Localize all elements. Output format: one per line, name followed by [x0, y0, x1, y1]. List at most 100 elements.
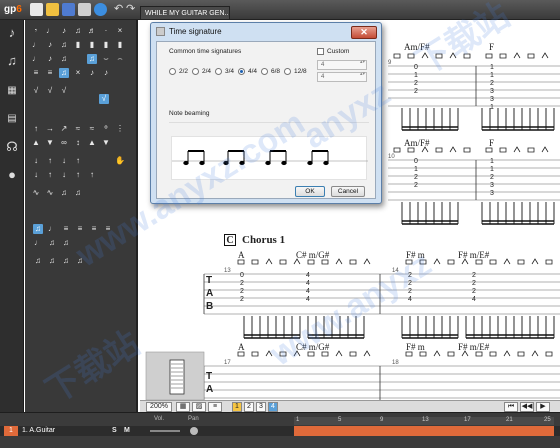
palette-stroke-icon[interactable]: ↓ [59, 170, 69, 180]
palette-effect-icon[interactable]: ≈ [73, 124, 83, 134]
pan-knob[interactable] [190, 427, 198, 435]
palette-effect-icon[interactable]: ↗ [59, 124, 69, 134]
palette-note-icon[interactable]: ♬ [87, 26, 97, 36]
palette-beat-icon[interactable]: × [73, 68, 83, 78]
palette-effect-icon[interactable]: ⋮ [115, 124, 125, 134]
palette-section-icon[interactable]: ≡ [103, 224, 113, 234]
page-2-button[interactable]: 2 [244, 402, 254, 412]
palette-beat-icon[interactable]: ♪ [101, 68, 111, 78]
radio-4-4[interactable] [238, 68, 245, 75]
solo-button[interactable]: S [112, 427, 117, 434]
palette-bar-icon[interactable]: ▮ [73, 40, 83, 50]
music-note-icon[interactable]: ♪ [4, 24, 20, 42]
palette-stroke-icon[interactable]: ↑ [45, 156, 55, 166]
radio-2-4[interactable] [192, 68, 199, 75]
palette-bar-icon[interactable]: ▮ [101, 40, 111, 50]
palette-dynamics-icon[interactable]: ♫ [59, 188, 69, 198]
palette-section-icon[interactable]: ♩ [47, 224, 57, 234]
palette-effect-icon[interactable]: ≈ [87, 124, 97, 134]
palette-tempo-icon[interactable]: ♫ [47, 256, 57, 266]
palette-tempo-icon[interactable]: ♫ [61, 256, 71, 266]
zoom-select[interactable]: 200% [146, 402, 172, 412]
share-icon[interactable] [94, 3, 107, 16]
view-icon[interactable]: ▨ [192, 402, 206, 412]
headphones-icon[interactable]: ☊ [4, 138, 20, 156]
palette-dynamics-icon[interactable]: ∿ [31, 188, 41, 198]
palette-articulation-icon[interactable]: √ [45, 86, 55, 96]
palette-bar-icon[interactable]: ▮ [115, 40, 125, 50]
print-icon[interactable] [78, 3, 91, 16]
palette-effect-icon[interactable]: ↕ [73, 138, 83, 148]
palette-time-signature-icon[interactable]: ♫ [87, 54, 97, 64]
palette-stroke-icon[interactable]: ↓ [59, 156, 69, 166]
palette-articulation-icon[interactable]: √ [59, 86, 69, 96]
palette-dynamics-icon[interactable]: ∿ [45, 188, 55, 198]
palette-beat-icon[interactable]: ≡ [45, 68, 55, 78]
palette-note-icon[interactable]: ♪ [45, 40, 55, 50]
palette-effect-icon[interactable]: ↑ [31, 124, 41, 134]
ok-button[interactable]: OK [295, 186, 325, 197]
note-beaming-preview[interactable] [171, 136, 368, 180]
new-file-icon[interactable] [30, 3, 43, 16]
radio-3-4[interactable] [215, 68, 222, 75]
palette-stroke-icon[interactable]: ↓ [31, 170, 41, 180]
document-tab[interactable]: WHILE MY GUITAR GEN... [140, 6, 230, 20]
redo-icon[interactable]: ↷ [126, 3, 139, 16]
palette-effect-icon[interactable]: ▼ [101, 138, 111, 148]
palette-stroke-icon[interactable]: ↓ [31, 156, 41, 166]
palette-effect-icon[interactable]: º [101, 124, 111, 134]
save-icon[interactable] [62, 3, 75, 16]
palette-note-icon[interactable]: ♫ [59, 40, 69, 50]
page-3-button[interactable]: 3 [256, 402, 266, 412]
back-button[interactable]: ◀◀ [520, 402, 534, 412]
keyboard-icon[interactable]: ▤ [4, 110, 20, 128]
palette-bar-icon[interactable]: ▮ [87, 40, 97, 50]
palette-stroke-icon[interactable]: ↑ [87, 170, 97, 180]
palette-stroke-icon[interactable]: ↑ [73, 170, 83, 180]
custom-numerator-field[interactable]: 4 [317, 60, 367, 70]
palette-effect-icon[interactable]: ∞ [59, 138, 69, 148]
palette-effect-icon[interactable]: ▲ [87, 138, 97, 148]
palette-note-icon[interactable]: ♫ [59, 54, 69, 64]
palette-tempo-icon[interactable]: ♫ [33, 256, 43, 266]
palette-hand-icon[interactable]: ✋ [115, 156, 125, 166]
palette-section-icon[interactable]: ♫ [47, 238, 57, 248]
palette-selected-icon[interactable]: ♫ [59, 68, 69, 78]
radio-6-8[interactable] [261, 68, 268, 75]
page-4-button[interactable]: 4 [268, 402, 278, 412]
palette-note-icon[interactable]: ♩ [31, 40, 41, 50]
play-button[interactable]: ▶ [536, 402, 550, 412]
palette-dynamics-icon[interactable]: ♫ [73, 188, 83, 198]
palette-section-icon[interactable]: ♩ [33, 238, 43, 248]
palette-section-icon[interactable]: ≡ [89, 224, 99, 234]
dialog-close-button[interactable]: ✕ [351, 26, 377, 39]
microphone-icon[interactable]: ● [4, 166, 20, 184]
palette-beat-icon[interactable]: ♪ [87, 68, 97, 78]
palette-effect-icon[interactable]: → [45, 124, 55, 134]
palette-note-icon[interactable]: ♪ [45, 54, 55, 64]
rewind-button[interactable]: ⏮ [504, 402, 518, 412]
palette-tie-icon[interactable]: ⌣ [101, 54, 111, 64]
palette-note-icon[interactable]: ♪ [59, 26, 69, 36]
open-file-icon[interactable] [46, 3, 59, 16]
palette-note-icon[interactable]: ♫ [73, 26, 83, 36]
cancel-button[interactable]: Cancel [331, 186, 365, 197]
track-measure-strip[interactable] [294, 426, 554, 436]
palette-articulation-icon[interactable]: √ [31, 86, 41, 96]
multi-track-icon[interactable]: ≡ [208, 402, 222, 412]
palette-section-icon[interactable]: ≡ [75, 224, 85, 234]
palette-note-icon[interactable]: ♩ [45, 26, 55, 36]
radio-12-8[interactable] [284, 68, 291, 75]
palette-section-icon[interactable]: ≡ [61, 224, 71, 234]
radio-2-2[interactable] [169, 68, 176, 75]
palette-note-icon[interactable]: ♩ [31, 54, 41, 64]
palette-stroke-icon[interactable]: ↑ [73, 156, 83, 166]
palette-section-icon[interactable]: ♫ [61, 238, 71, 248]
instrument-icon[interactable]: ▦ [4, 82, 20, 100]
page-1-button[interactable]: 1 [232, 402, 242, 412]
palette-selected-icon[interactable]: ♫ [33, 224, 43, 234]
mute-button[interactable]: M [124, 427, 130, 434]
custom-denominator-field[interactable]: 4 [317, 72, 367, 82]
volume-slider[interactable] [150, 430, 180, 432]
custom-checkbox[interactable] [317, 48, 324, 55]
